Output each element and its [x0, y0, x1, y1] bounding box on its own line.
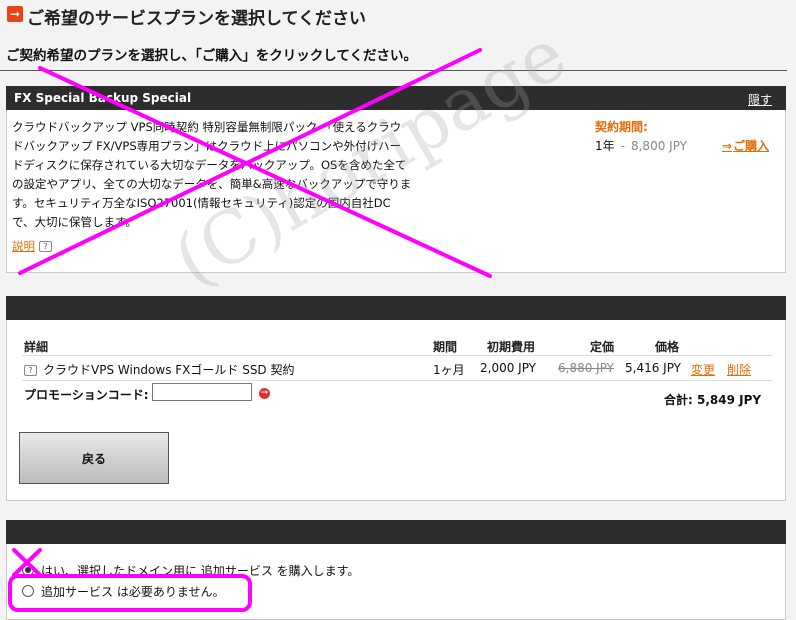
apply-promo-icon[interactable]: ➞ — [259, 388, 270, 399]
promo-label: プロモーションコード: — [24, 388, 149, 402]
term-separator: - — [620, 139, 625, 153]
buy-link[interactable]: ⇒ご購入 — [722, 137, 769, 154]
arrow-right-icon: ➞ — [7, 6, 23, 22]
header-list-price: 定価 — [590, 340, 615, 354]
back-button[interactable]: 戻る — [19, 432, 169, 484]
buy-label: ご購入 — [733, 139, 770, 153]
chevron-right-icon: ⇒ — [722, 139, 733, 153]
delete-link[interactable]: 削除 — [727, 361, 751, 378]
radio-no[interactable] — [22, 585, 34, 597]
plan-name: FX Special Backup Special — [14, 91, 192, 105]
plan-price: 8,800 JPY — [630, 139, 687, 153]
cart-title-bar — [6, 296, 786, 320]
item-list-price: 6,880 JPY — [558, 361, 615, 375]
header-initial-fee: 初期費用 — [487, 340, 536, 354]
item-help-icon[interactable]: ? — [24, 365, 37, 376]
instruction-text: ご契約希望のプランを選択し、「ご購入」をクリックしてください。 — [6, 48, 417, 64]
plan-description: クラウドバックアップ VPS同時契約 特別容量無制限パック 「使えるクラウドバッ… — [12, 120, 412, 229]
option-yes-label[interactable]: はい、選択したドメイン用に 追加サービス を購入します。 — [41, 562, 359, 579]
term-duration: 1年 — [595, 139, 615, 153]
total-amount: 合計: 5,849 JPY — [664, 393, 762, 407]
term-label: 契約期間: — [595, 120, 648, 134]
option-no-label[interactable]: 追加サービス は必要ありません。 — [41, 583, 224, 600]
item-price: 5,416 JPY — [625, 361, 682, 375]
explain-link[interactable]: 説明? — [12, 238, 52, 254]
help-icon: ? — [39, 241, 52, 252]
table-row: ? クラウドVPS Windows FXゴールド SSD 契約 — [24, 361, 295, 378]
hide-link[interactable]: 隠す — [748, 91, 772, 108]
item-initial-fee: 2,000 JPY — [480, 361, 537, 375]
header-period: 期間 — [433, 340, 458, 354]
back-button-label: 戻る — [81, 451, 106, 466]
divider — [0, 70, 787, 71]
table-divider-bottom — [22, 380, 772, 381]
item-name: クラウドVPS Windows FXゴールド SSD 契約 — [43, 363, 295, 377]
plan-title-bar: FX Special Backup Special — [6, 86, 786, 110]
header-detail: 詳細 — [24, 340, 49, 354]
table-divider — [22, 355, 772, 356]
item-period: 1ヶ月 — [433, 363, 465, 377]
explain-label: 説明 — [12, 239, 35, 253]
promo-code-input[interactable] — [152, 383, 252, 401]
radio-yes[interactable] — [22, 564, 34, 576]
page-title: ご希望のサービスプランを選択してください — [27, 9, 366, 29]
change-link[interactable]: 変更 — [691, 361, 715, 378]
additional-service-bar — [6, 520, 786, 544]
header-price: 価格 — [655, 340, 680, 354]
term-value: 1年 -8,800 JPY — [595, 137, 687, 154]
